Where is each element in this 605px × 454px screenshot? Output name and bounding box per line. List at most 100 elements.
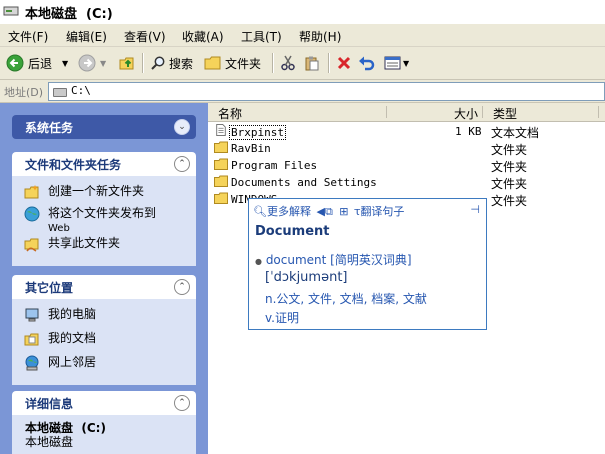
chevron-up-icon[interactable]: ⌃: [174, 395, 190, 411]
column-name[interactable]: 名称: [218, 105, 242, 122]
table-row[interactable]: RavBin 文件夹: [213, 140, 605, 157]
column-divider[interactable]: [598, 106, 599, 118]
other-places-body: 我的电脑 我的文档 网上邻居: [12, 299, 196, 385]
text-file-icon: [216, 124, 226, 136]
publish-web-task[interactable]: 将这个文件夹发布到 Web: [12, 206, 196, 234]
menu-help[interactable]: 帮助(H): [299, 28, 341, 45]
add-word-icon[interactable]: ⊞: [339, 205, 348, 218]
details-body: 本地磁盘 (C:) 本地磁盘: [12, 415, 196, 454]
forward-dropdown-icon[interactable]: ▼: [100, 59, 106, 68]
file-tasks-title: 文件和文件夹任务: [25, 158, 122, 172]
back-label: 后退: [28, 56, 53, 71]
table-row[interactable]: Documents and Settings 文件夹: [213, 174, 605, 191]
more-explain-link[interactable]: 更多解释: [267, 205, 311, 218]
toolbar: 后退 ▼ ▼ 搜索 文件夹 ▼: [0, 47, 605, 80]
phonetic: [ˈdɔkjumənt]: [265, 270, 348, 285]
title-bar: 本地磁盘 (C:): [0, 0, 605, 23]
table-row[interactable]: Program Files 文件夹: [213, 157, 605, 174]
details-name: 本地磁盘 (C:): [25, 421, 106, 435]
system-tasks-header[interactable]: 系统任务 ⌄: [12, 115, 196, 139]
file-name[interactable]: RavBin: [231, 142, 271, 155]
pin-icon[interactable]: ⊣: [470, 203, 480, 216]
file-type: 文件夹: [491, 194, 528, 208]
column-size[interactable]: 大小: [454, 105, 478, 122]
address-path[interactable]: C:\: [71, 84, 91, 97]
share-folder-label: 共享此文件夹: [48, 236, 121, 250]
folder-icon: [214, 158, 228, 170]
back-dropdown-icon[interactable]: ▼: [62, 59, 68, 68]
my-documents-link[interactable]: 我的文档: [12, 331, 196, 351]
task-pane: 系统任务 ⌄ 文件和文件夹任务 ⌃ 创建一个新文件夹 将这个文件夹发布到 Web…: [0, 103, 208, 454]
folder-icon: [214, 192, 228, 204]
back-arrow-icon: [6, 54, 24, 72]
details-type: 本地磁盘: [25, 435, 74, 449]
network-places-link[interactable]: 网上邻居: [12, 355, 196, 375]
share-folder-task[interactable]: 共享此文件夹: [12, 236, 196, 256]
other-places-title: 其它位置: [25, 281, 74, 295]
file-name[interactable]: Program Files: [231, 159, 317, 172]
column-divider[interactable]: [482, 106, 483, 118]
file-type: 文件夹: [491, 160, 528, 174]
chevron-down-icon[interactable]: ⌄: [174, 119, 190, 135]
share-folder-icon: [24, 238, 39, 252]
other-places-header[interactable]: 其它位置 ⌃: [12, 275, 196, 299]
menu-file[interactable]: 文件(F): [8, 28, 48, 45]
file-tasks-header[interactable]: 文件和文件夹任务 ⌃: [12, 152, 196, 176]
speaker-icon[interactable]: ◀: [316, 205, 324, 218]
toolbar-separator: [272, 53, 274, 73]
folder-icon: [204, 56, 221, 70]
entry-text[interactable]: document [简明英汉词典]: [266, 253, 412, 267]
network-globe-icon: [25, 355, 39, 371]
details-panel: 详细信息 ⌃ 本地磁盘 (C:) 本地磁盘: [12, 391, 196, 454]
menu-favorites[interactable]: 收藏(A): [182, 28, 224, 45]
folders-button[interactable]: 文件夹: [204, 52, 261, 74]
table-row[interactable]: Brxpinst 1 KB 文本文档: [213, 123, 605, 140]
file-type: 文件夹: [491, 177, 528, 191]
search-label: 搜索: [169, 56, 194, 71]
my-documents-label: 我的文档: [48, 331, 97, 345]
new-folder-task[interactable]: 创建一个新文件夹: [12, 184, 196, 204]
file-name[interactable]: Brxpinst: [229, 125, 286, 140]
undo-button[interactable]: [358, 52, 376, 74]
up-folder-icon: [119, 57, 134, 70]
drive-icon: [3, 6, 19, 16]
column-type[interactable]: 类型: [493, 105, 517, 122]
views-button[interactable]: ▼: [384, 52, 409, 74]
definition-verb: v.证明: [265, 311, 299, 325]
search-button[interactable]: 搜索: [150, 52, 193, 74]
menu-view[interactable]: 查看(V): [124, 28, 166, 45]
cut-button[interactable]: [280, 52, 296, 74]
publish-web-sub: Web: [48, 223, 70, 234]
column-divider[interactable]: [386, 106, 387, 118]
up-folder-button[interactable]: [118, 52, 136, 74]
network-places-label: 网上邻居: [48, 355, 97, 369]
address-bar: 地址(D) C:\: [0, 80, 605, 103]
menu-bar: 文件(F) 编辑(E) 查看(V) 收藏(A) 工具(T) 帮助(H): [0, 24, 605, 47]
file-size: 1 KB: [455, 125, 482, 138]
delete-button[interactable]: [336, 52, 352, 74]
forward-button[interactable]: ▼: [78, 52, 106, 74]
chevron-up-icon[interactable]: ⌃: [174, 279, 190, 295]
back-button[interactable]: 后退 ▼: [6, 52, 68, 74]
address-input[interactable]: C:\: [48, 82, 605, 101]
paste-button[interactable]: [304, 52, 320, 74]
scissors-icon: [281, 55, 295, 71]
undo-icon: [359, 56, 375, 71]
definition-noun: n.公文, 文件, 文档, 档案, 文献: [265, 292, 427, 306]
translate-sentence-link[interactable]: 翻译句子: [360, 205, 404, 218]
bullet-icon: ●: [255, 257, 262, 266]
magnifier-icon[interactable]: 🔍︎: [253, 205, 267, 218]
computer-icon: [25, 308, 39, 322]
chevron-up-icon[interactable]: ⌃: [174, 156, 190, 172]
file-name[interactable]: Documents and Settings: [231, 176, 377, 189]
menu-tools[interactable]: 工具(T): [241, 28, 282, 45]
details-header[interactable]: 详细信息 ⌃: [12, 391, 196, 415]
copy-icon[interactable]: ⧉: [325, 205, 333, 218]
my-computer-link[interactable]: 我的电脑: [12, 307, 196, 327]
views-dropdown-icon[interactable]: ▼: [403, 59, 409, 68]
menu-edit[interactable]: 编辑(E): [66, 28, 107, 45]
file-type: 文本文档: [491, 126, 540, 140]
popup-headword: Document: [255, 224, 330, 239]
forward-arrow-icon: [78, 54, 96, 72]
file-tasks-body: 创建一个新文件夹 将这个文件夹发布到 Web 共享此文件夹: [12, 176, 196, 266]
